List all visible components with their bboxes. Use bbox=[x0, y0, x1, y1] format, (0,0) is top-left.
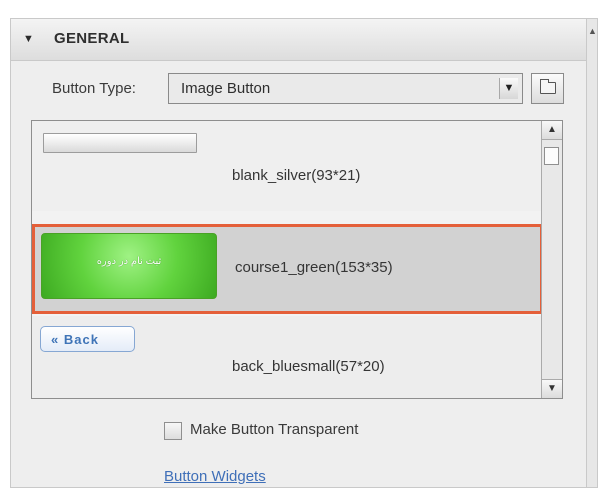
button-widgets-link[interactable]: Button Widgets bbox=[164, 468, 266, 485]
button-type-label: Button Type: bbox=[52, 80, 136, 97]
list-item-selected[interactable]: ثبت نام در دوره course1_green(153*35) bbox=[32, 224, 543, 314]
button-properties-panel: ▼ GENERAL ▲ Button Type: Image Button ▼ … bbox=[10, 18, 598, 488]
list-item[interactable]: blank_silver(93*21) bbox=[32, 121, 543, 211]
button-name: blank_silver(93*21) bbox=[232, 167, 361, 184]
button-preview-text: « Back bbox=[51, 332, 99, 347]
list-item[interactable]: « Back back_bluesmall(57*20) bbox=[32, 316, 543, 398]
button-preview: « Back bbox=[40, 326, 135, 352]
section-title: GENERAL bbox=[54, 30, 130, 47]
folder-icon bbox=[540, 79, 556, 94]
make-transparent-checkbox[interactable] bbox=[164, 422, 182, 440]
scroll-up-icon[interactable]: ▲ bbox=[588, 26, 597, 36]
button-preview: ثبت نام در دوره bbox=[41, 233, 217, 299]
button-name: course1_green(153*35) bbox=[235, 259, 393, 276]
scroll-thumb[interactable] bbox=[544, 147, 559, 165]
make-transparent-label: Make Button Transparent bbox=[190, 421, 359, 438]
button-name: back_bluesmall(57*20) bbox=[232, 358, 385, 375]
scroll-up-icon[interactable]: ▲ bbox=[542, 121, 562, 140]
button-preview bbox=[43, 133, 197, 153]
panel-scrollbar[interactable]: ▲ bbox=[586, 19, 597, 487]
scroll-down-icon[interactable]: ▼ bbox=[542, 379, 562, 398]
triangle-down-icon[interactable]: ▼ bbox=[23, 32, 37, 46]
button-image-list[interactable]: blank_silver(93*21) ثبت نام در دوره cour… bbox=[31, 120, 563, 399]
list-scrollbar[interactable]: ▲ ▼ bbox=[541, 121, 562, 398]
button-type-select[interactable]: Image Button ▼ bbox=[168, 73, 523, 104]
button-preview-text: ثبت نام در دوره bbox=[96, 256, 162, 267]
general-section-header[interactable]: ▼ GENERAL bbox=[11, 19, 586, 61]
chevron-down-icon[interactable]: ▼ bbox=[499, 78, 518, 99]
button-type-value: Image Button bbox=[181, 80, 271, 97]
browse-folder-button[interactable] bbox=[531, 73, 564, 104]
